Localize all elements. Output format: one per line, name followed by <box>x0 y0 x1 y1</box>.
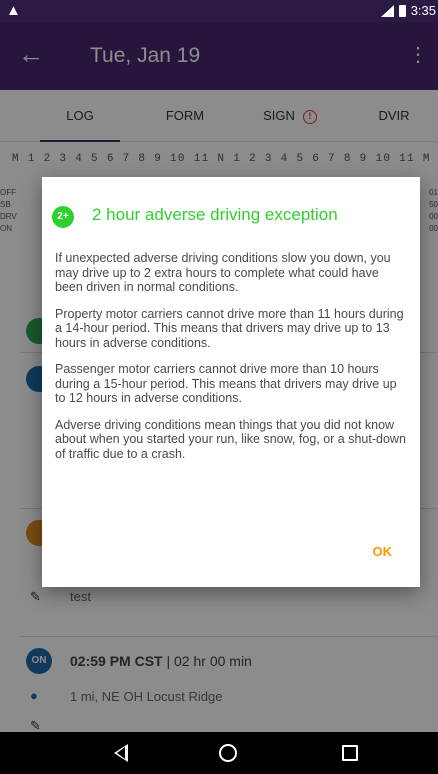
status-icons: 3:35 <box>380 3 436 18</box>
adverse-driving-dialog: 2+ 2 hour adverse driving exception If u… <box>42 177 420 587</box>
nav-home-icon[interactable] <box>219 744 237 762</box>
dialog-paragraph: If unexpected adverse driving conditions… <box>55 251 391 294</box>
warning-icon: ▲ <box>6 2 21 19</box>
dialog-paragraph: Passenger motor carriers cannot drive mo… <box>55 362 397 405</box>
status-time: 3:35 <box>410 3 436 18</box>
signal-icon <box>380 4 394 17</box>
dialog-paragraph: Property motor carriers cannot drive mor… <box>55 306 404 350</box>
nav-back-icon[interactable] <box>114 744 128 762</box>
exception-badge-icon: 2+ <box>52 206 74 228</box>
dialog-paragraph: Adverse driving conditions mean things t… <box>55 417 406 461</box>
dialog-title: 2 hour adverse driving exception <box>92 205 338 224</box>
nav-recent-apps-icon[interactable] <box>342 745 358 761</box>
battery-icon <box>398 4 406 17</box>
status-bar: ▲ 3:35 <box>0 0 438 22</box>
navigation-bar <box>0 732 438 774</box>
dialog-body: If unexpected adverse driving conditions… <box>55 251 409 473</box>
ok-button[interactable]: OK <box>373 544 393 559</box>
